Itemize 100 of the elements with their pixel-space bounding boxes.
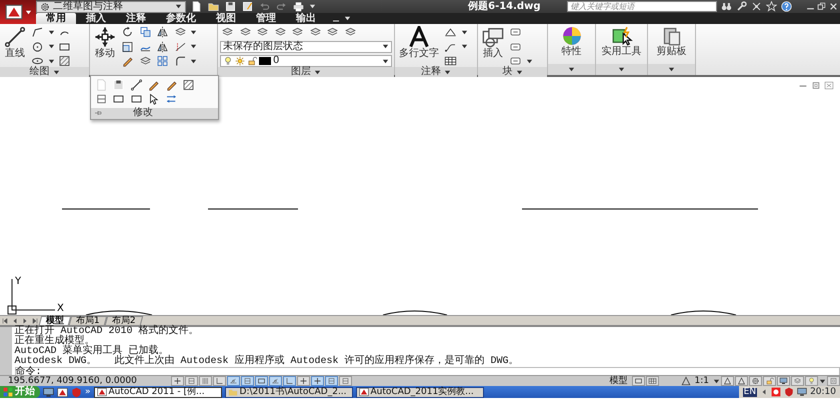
copy-icon[interactable] (138, 26, 152, 38)
caret-icon[interactable] (460, 28, 468, 36)
caret-icon[interactable] (24, 8, 32, 16)
layer-tool-icon[interactable] (220, 26, 235, 38)
layer-state-dropdown[interactable]: 未保存的图层状态 (220, 40, 392, 52)
panel-title[interactable]: 块 (502, 67, 512, 77)
caret-icon[interactable] (48, 28, 54, 36)
layer-dropdown[interactable]: 0 (220, 55, 392, 67)
panel-title[interactable]: 图层 (291, 67, 311, 77)
redo-icon[interactable] (275, 1, 288, 12)
caret-icon[interactable] (460, 43, 468, 50)
search-field[interactable]: 键入关键字或短语 (566, 1, 716, 12)
caret-icon[interactable] (568, 66, 575, 73)
star-icon[interactable] (766, 1, 776, 12)
caret-icon[interactable] (382, 58, 389, 64)
language-indicator[interactable]: EN (742, 388, 758, 396)
caret-icon[interactable] (190, 28, 197, 36)
caret-icon[interactable] (190, 43, 197, 50)
status-toggle-icon[interactable] (171, 376, 184, 386)
start-button[interactable]: 开始 (0, 386, 40, 398)
overflow-chevron[interactable]: » (85, 388, 91, 396)
application-menu-button[interactable] (0, 0, 36, 24)
layout-tab[interactable]: 模型 (38, 316, 72, 325)
restore-icon[interactable] (817, 2, 826, 11)
shield-icon[interactable] (784, 387, 794, 397)
status-toggle-icon[interactable] (185, 376, 198, 386)
undo-icon[interactable] (258, 1, 271, 12)
save-as-icon[interactable] (241, 1, 254, 12)
ribbon-tool-button[interactable]: 实用工具 (598, 26, 645, 57)
ribbon-tab[interactable]: 视图 (206, 13, 246, 24)
layer-tool-icon[interactable] (342, 26, 358, 38)
status-toggle-icon[interactable] (297, 376, 310, 386)
ribbon-tab[interactable]: 常用 (36, 13, 76, 24)
status-toggle-icon[interactable] (227, 376, 240, 386)
tray-expand-icon[interactable] (760, 388, 768, 396)
layout-icon[interactable] (646, 376, 659, 386)
layer-tool-icon[interactable] (272, 26, 288, 38)
caret-icon[interactable] (175, 3, 182, 10)
ribbon-tool-button[interactable]: 剪贴板 (650, 26, 693, 57)
ribbon-tool-button[interactable]: 移动 (92, 26, 118, 59)
caret-icon[interactable] (48, 43, 54, 50)
dimension-icon[interactable] (443, 26, 458, 38)
status-toggle-icon[interactable] (199, 376, 212, 386)
last-icon[interactable] (30, 317, 40, 325)
layout-tab[interactable]: 布局2 (104, 316, 143, 325)
help-icon[interactable] (780, 1, 792, 12)
layer-tool-icon[interactable] (308, 26, 322, 38)
status-toggle-icon[interactable] (283, 376, 296, 386)
ellipse-icon[interactable] (30, 55, 45, 67)
ribbon-tool-button[interactable]: 特性 (550, 26, 593, 57)
stack-icon[interactable] (138, 55, 152, 67)
mirror-icon[interactable] (155, 40, 170, 52)
ribbon-tool-button[interactable]: 插入 (480, 26, 506, 59)
status-toggle-icon[interactable] (325, 376, 338, 386)
taskbar-window-button[interactable]: AutoCAD 2011 - [例... (94, 386, 222, 398)
caret-icon[interactable] (190, 58, 197, 64)
pin-icon[interactable] (93, 109, 103, 117)
block-icon[interactable] (508, 55, 523, 67)
ribbon-tab[interactable]: 管理 (246, 13, 286, 24)
table-icon[interactable] (443, 55, 458, 67)
gear-icon[interactable] (749, 376, 762, 386)
caret-icon[interactable] (618, 66, 625, 73)
circle-icon[interactable] (30, 40, 45, 52)
print-icon[interactable] (292, 1, 305, 12)
save-icon[interactable] (224, 1, 237, 12)
rectangle-icon[interactable] (57, 40, 72, 52)
layer-tool-icon[interactable] (255, 26, 270, 38)
layer-tool-icon[interactable] (325, 26, 340, 38)
status-toggle-icon[interactable] (311, 376, 324, 386)
ribbon-tool-button[interactable]: 多行文字 (397, 26, 441, 59)
caret-icon[interactable] (344, 15, 350, 22)
ribbon-tool-button[interactable]: 直线 (2, 26, 28, 59)
monitor-icon[interactable] (797, 387, 808, 397)
ribbon-tab[interactable]: 插入 (76, 13, 116, 24)
monitor-icon[interactable] (777, 376, 790, 386)
layer-tool-icon[interactable] (290, 26, 305, 38)
annotation-scale[interactable]: 1:1 (692, 376, 712, 386)
array-icon[interactable] (155, 55, 170, 67)
taskbar-window-button[interactable]: D:\2011书\AutoCAD_2... (224, 386, 353, 398)
status-toggle-icon[interactable] (269, 376, 282, 386)
panel-title[interactable]: 修改 (133, 108, 153, 118)
binoculars-icon[interactable] (720, 1, 732, 12)
status-toggle-icon[interactable] (255, 376, 268, 386)
layout-tab[interactable]: 布局1 (68, 316, 107, 325)
ribbon-tab[interactable]: 参数化 (156, 13, 206, 24)
layer-tool-icon[interactable] (238, 26, 252, 38)
taskbar-window-button[interactable]: AutoCAD_2011实例教... (356, 386, 484, 398)
annotation-icon[interactable] (735, 376, 748, 386)
mirror-icon[interactable] (155, 26, 170, 38)
scale-icon[interactable] (120, 40, 135, 52)
desktop-icon[interactable] (43, 386, 54, 398)
caret-icon[interactable] (668, 66, 675, 73)
block-icon[interactable] (508, 40, 523, 52)
status-toggle-icon[interactable] (339, 376, 352, 386)
first-icon[interactable] (0, 317, 10, 325)
wrench-icon[interactable] (736, 1, 746, 12)
annotation-scale-icon[interactable] (680, 376, 691, 386)
status-toggle-icon[interactable] (241, 376, 254, 386)
block-icon[interactable] (508, 26, 523, 38)
caret-icon[interactable] (382, 43, 389, 50)
